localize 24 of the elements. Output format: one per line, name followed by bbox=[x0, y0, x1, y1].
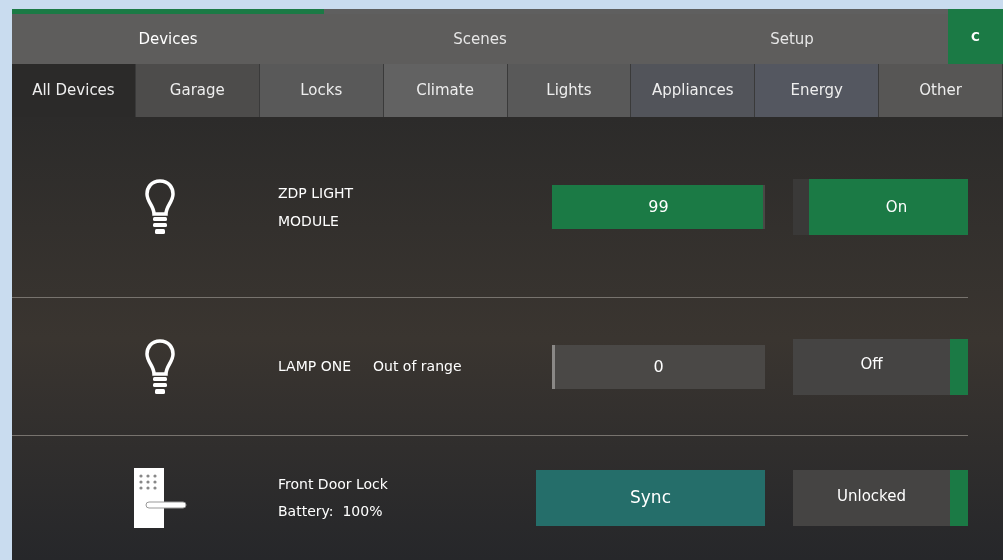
category-tab[interactable]: Energy bbox=[755, 64, 880, 117]
device-status: Out of range bbox=[373, 357, 462, 376]
toggle-switch[interactable]: Off bbox=[793, 338, 968, 395]
keypad-lock-icon bbox=[132, 468, 188, 528]
toggle-switch[interactable]: On bbox=[793, 179, 968, 235]
sync-button[interactable]: Sync bbox=[536, 470, 765, 526]
category-tab[interactable]: Other bbox=[879, 64, 1003, 117]
device-name: Front Door Lock bbox=[278, 475, 388, 494]
dimmer-value: 0 bbox=[653, 355, 664, 378]
category-tab[interactable]: Appliances bbox=[631, 64, 756, 117]
dimmer-slider[interactable]: 0 bbox=[552, 344, 765, 389]
device-name: LAMP ONE bbox=[278, 357, 351, 376]
category-tab[interactable]: Climate bbox=[383, 64, 508, 117]
toggle-switch[interactable]: Unlocked bbox=[793, 470, 968, 526]
device-name: ZDP LIGHT MODULE bbox=[278, 184, 355, 231]
dimmer-slider[interactable]: 99 bbox=[552, 185, 765, 229]
dimmer-value: 99 bbox=[648, 196, 669, 218]
battery-level: Battery: 100% bbox=[278, 502, 384, 521]
light-bulb-icon bbox=[144, 178, 176, 236]
category-tab[interactable]: Garage bbox=[135, 64, 260, 117]
refresh-button[interactable]: C bbox=[948, 9, 1003, 64]
category-tab[interactable]: Lights bbox=[507, 64, 632, 117]
light-bulb-icon bbox=[144, 337, 176, 396]
category-tab[interactable]: Locks bbox=[259, 64, 384, 117]
